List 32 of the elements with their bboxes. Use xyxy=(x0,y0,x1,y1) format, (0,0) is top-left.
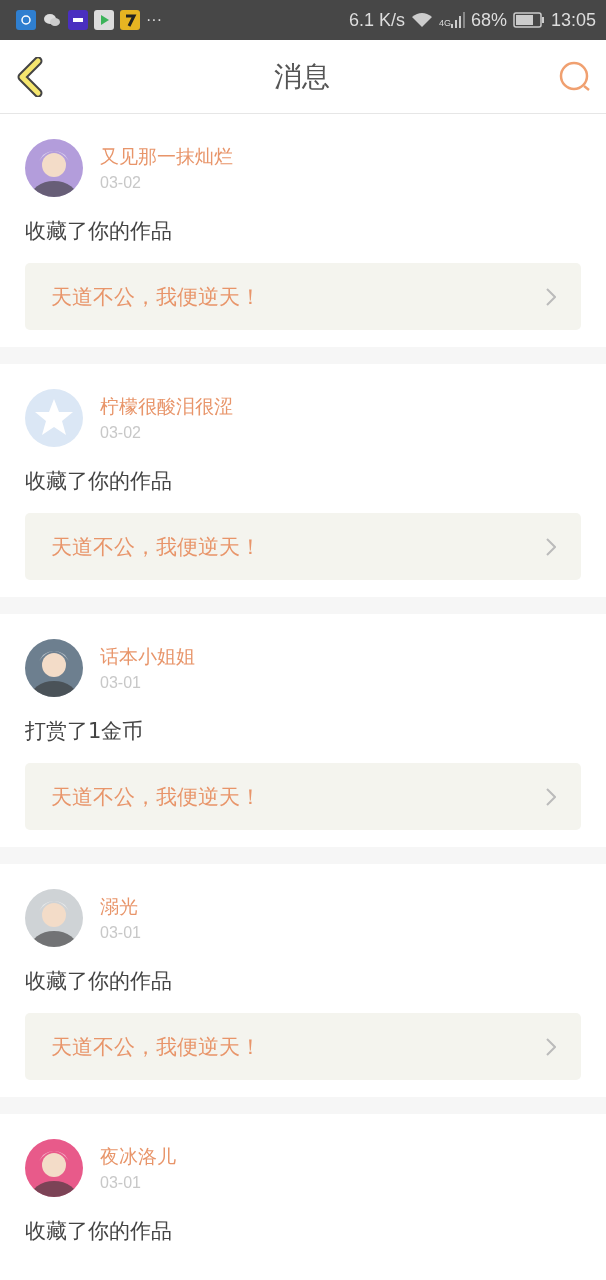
work-link[interactable]: 天道不公，我便逆天！ xyxy=(25,513,581,580)
network-type: 4G xyxy=(438,17,451,28)
work-link[interactable]: 天道不公，我便逆天！ xyxy=(25,763,581,830)
page-title: 消息 xyxy=(274,58,330,95)
user-name[interactable]: 柠檬很酸泪很涩 xyxy=(100,394,233,420)
play-icon xyxy=(94,10,114,30)
chevron-icon xyxy=(546,787,556,806)
message-text: 收藏了你的作品 xyxy=(25,1218,173,1245)
more-notifications: ··· xyxy=(146,11,162,29)
battery-icon xyxy=(512,12,545,28)
wifi-key-icon xyxy=(16,10,36,30)
work-link[interactable]: 天道不公，我便逆天！ xyxy=(25,263,581,330)
chevron-icon xyxy=(546,537,556,556)
chevron-icon xyxy=(546,1037,556,1056)
work-link[interactable]: 天道不公，我便逆天！ xyxy=(25,1013,581,1080)
message-text: 打赏了1金币 xyxy=(25,718,145,745)
message-text: 收藏了你的作品 xyxy=(25,218,173,245)
network-speed: 6.1 K/s xyxy=(348,9,405,31)
user-name[interactable]: 溺光 xyxy=(100,894,141,920)
message-text: 收藏了你的作品 xyxy=(25,968,173,995)
user-name[interactable]: 夜冰洛儿 xyxy=(100,1144,176,1170)
wifi-icon xyxy=(410,12,433,28)
app-icon xyxy=(68,10,88,30)
battery-percent: 68% xyxy=(470,9,507,31)
app-icon xyxy=(120,10,140,30)
clock: 13:05 xyxy=(550,9,596,31)
signal-icon xyxy=(450,12,465,28)
message-text: 收藏了你的作品 xyxy=(25,468,173,495)
user-name[interactable]: 话本小姐姐 xyxy=(100,644,195,670)
search-icon xyxy=(558,59,592,94)
chevron-icon xyxy=(546,287,556,306)
user-name[interactable]: 又见那一抹灿烂 xyxy=(100,144,233,170)
